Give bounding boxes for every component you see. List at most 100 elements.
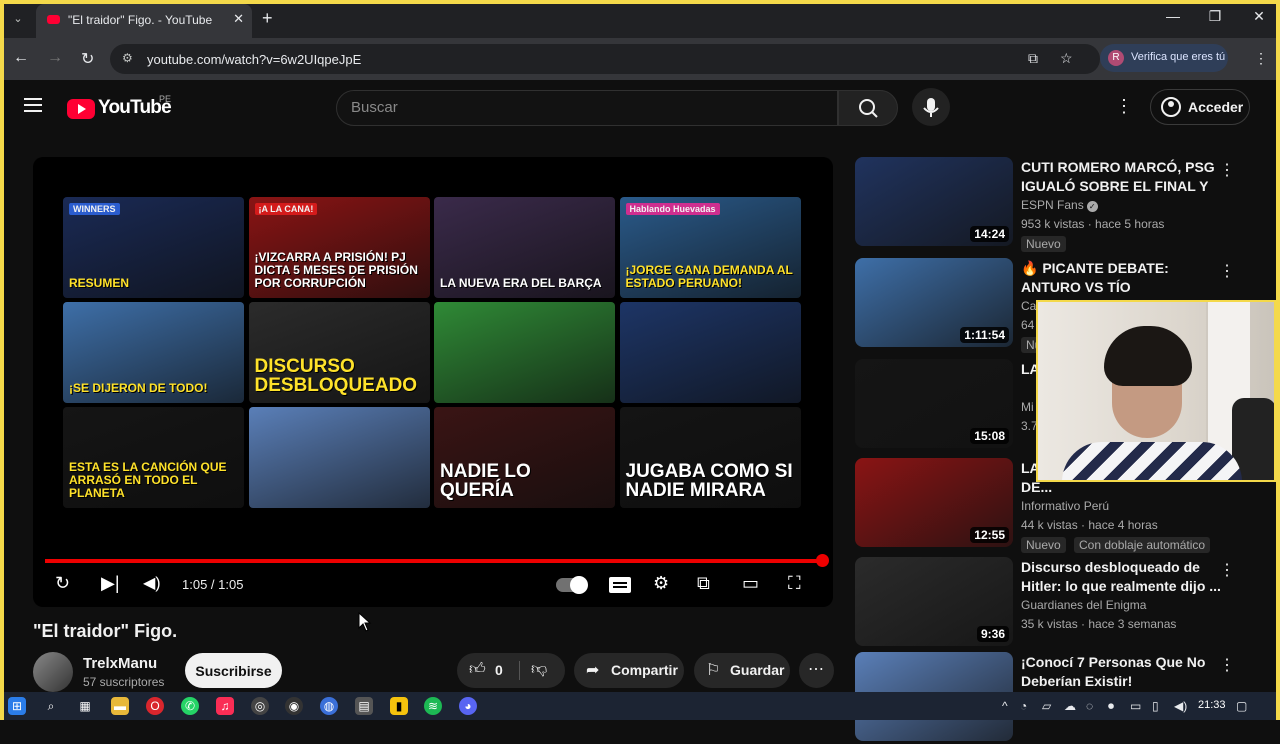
tray-display-icon[interactable]: ▭ [1130, 699, 1141, 713]
browser-menu-icon[interactable]: ⋮ [1254, 50, 1268, 67]
recommended-thumbnail[interactable]: 14:24 [855, 157, 1013, 246]
save-button[interactable]: ⚐ Guardar [694, 653, 790, 688]
new-tab-icon[interactable]: + [262, 8, 273, 29]
settings-more-icon[interactable]: ⋮ [1115, 96, 1133, 117]
recommended-video[interactable]: 14:24 CUTI ROMERO MARCÓ, PSG IGUALÓ SOBRE… [855, 157, 1255, 252]
taskbar-clock[interactable]: 21:33 [1198, 699, 1226, 711]
progress-bar[interactable] [45, 559, 821, 563]
recommended-title[interactable]: Discurso desbloqueado de Hitler: lo que … [1021, 558, 1221, 596]
like-icon[interactable]: 👍︎ [469, 660, 486, 679]
recommended-thumbnail[interactable]: 9:36 [855, 557, 1013, 646]
recommended-more-icon[interactable]: ⋮ [1219, 655, 1235, 675]
endscreen-card[interactable]: La nueva era del Barça [434, 197, 615, 298]
volume-icon[interactable]: ◀) [143, 573, 161, 593]
window-close-icon[interactable]: ✕ [1244, 8, 1274, 25]
settings-gear-icon[interactable]: ⚙ [653, 573, 669, 594]
more-actions-button[interactable]: ⋯ [799, 653, 834, 688]
omnibox[interactable]: ⚙ youtube.com/watch?v=6w2UIqpeJpE ⧉ ☆ [110, 44, 1100, 74]
replay-icon[interactable]: ↻ [55, 573, 70, 594]
app-icon[interactable]: ◎ [251, 697, 269, 715]
recommended-more-icon[interactable]: ⋮ [1219, 160, 1235, 180]
forward-icon[interactable]: → [47, 49, 63, 67]
endscreen-card[interactable]: WINNERS Resumen [63, 197, 244, 298]
obs-icon[interactable]: ◉ [285, 697, 303, 715]
windows-start-icon[interactable]: ⊞ [8, 697, 26, 715]
recommended-thumbnail[interactable]: 15:08 [855, 359, 1013, 448]
search-box[interactable] [336, 90, 838, 126]
browser-tab[interactable]: "El traidor" Figo. - YouTube ✕ [36, 4, 252, 38]
chrome-icon[interactable]: ◍ [320, 697, 338, 715]
menu-icon[interactable] [24, 98, 42, 112]
sign-in-button[interactable]: Acceder [1150, 89, 1250, 125]
recommended-video[interactable]: 9:36 Discurso desbloqueado de Hitler: lo … [855, 557, 1255, 649]
capture-app-icon[interactable]: ▤ [355, 697, 373, 715]
endscreen-card[interactable]: Hablando Huevadas ¡Jorge gana demanda al … [619, 197, 801, 298]
file-explorer-icon[interactable]: ▬ [111, 697, 129, 715]
theater-mode-icon[interactable]: ▭ [742, 573, 759, 594]
whatsapp-icon[interactable]: ✆ [181, 697, 199, 715]
tray-app-icon[interactable]: ◌ [1086, 699, 1093, 713]
recommended-thumbnail[interactable]: 12:55 [855, 458, 1013, 547]
tray-battery-icon[interactable]: ▯ [1152, 699, 1159, 713]
install-app-icon[interactable]: ⧉ [1028, 50, 1038, 67]
endscreen-card[interactable]: Jugaba como si nadie mirara [619, 407, 801, 508]
recommended-title[interactable]: CUTI ROMERO MARCÓ, PSG IGUALÓ SOBRE EL F… [1021, 158, 1221, 196]
discord-icon[interactable]: ◕ [459, 697, 477, 715]
bookmark-star-icon[interactable]: ☆ [1060, 50, 1073, 67]
channel-avatar[interactable] [33, 652, 73, 692]
autoplay-toggle[interactable] [556, 576, 588, 594]
tray-network-icon[interactable]: ▱ [1042, 699, 1051, 713]
recommended-channel[interactable]: Ca [1021, 299, 1036, 313]
endscreen-card[interactable]: Esta es la canción que arrasó en todo el… [63, 407, 244, 508]
tray-wifi-icon[interactable]: ◔ [1020, 699, 1027, 713]
voice-search-button[interactable] [912, 88, 950, 126]
profile-verify-button[interactable]: R Verifica que eres tú [1100, 44, 1228, 72]
recommended-channel[interactable]: Mi [1021, 400, 1034, 414]
music-app-icon[interactable]: ♫ [216, 697, 234, 715]
share-button[interactable]: ➦ Compartir [574, 653, 684, 688]
recommended-title[interactable]: 🔥 PICANTE DEBATE: ANTURO VS TÍO ROCKEFEL… [1021, 259, 1221, 297]
channel-name[interactable]: TrelxManu [83, 655, 157, 672]
notifications-icon[interactable]: ▢ [1236, 699, 1247, 713]
search-button[interactable] [838, 90, 898, 126]
recommended-channel[interactable]: Guardianes del Enigma [1021, 598, 1146, 612]
recommended-channel[interactable]: Informativo Perú [1021, 499, 1109, 513]
endscreen-card[interactable] [619, 302, 801, 403]
site-info-icon[interactable]: ⚙ [122, 51, 133, 65]
tray-volume-icon[interactable]: ◀) [1174, 699, 1187, 713]
taskbar-search-icon[interactable]: ⌕ [42, 697, 60, 715]
close-tab-icon[interactable]: ✕ [233, 11, 244, 27]
progress-scrubber[interactable] [816, 554, 829, 567]
recommended-title[interactable]: ¡Conocí 7 Personas Que No Deberían Exist… [1021, 653, 1221, 691]
endscreen-card[interactable]: Nadie lo quería [434, 407, 615, 508]
endscreen-card[interactable] [434, 302, 615, 403]
endscreen-card[interactable] [248, 407, 430, 508]
endscreen-card[interactable]: Discurso desbloqueado [248, 302, 430, 403]
notes-app-icon[interactable]: ▮ [390, 697, 408, 715]
fullscreen-icon[interactable]: ⛶ [788, 573, 801, 594]
opera-icon[interactable]: O [146, 697, 164, 715]
like-count[interactable]: 0 [495, 662, 503, 678]
tray-cloud-icon[interactable]: ☁ [1064, 699, 1076, 713]
dislike-icon[interactable]: 👎︎ [531, 660, 547, 679]
next-icon[interactable]: ▶| [101, 573, 120, 594]
tray-mic-icon[interactable]: ⏺ [1108, 699, 1114, 714]
url-text[interactable]: youtube.com/watch?v=6w2UIqpeJpE [147, 52, 361, 67]
video-player[interactable]: WINNERS Resumen ¡A LA CANA! ¡Vizcarra a pri… [33, 157, 833, 607]
tab-search-icon[interactable]: ⌄ [8, 9, 28, 29]
spotify-icon[interactable]: ≋ [424, 697, 442, 715]
subscribe-button[interactable]: Suscribirse [185, 653, 282, 688]
restore-icon[interactable]: ❐ [1200, 8, 1230, 25]
youtube-logo-icon[interactable] [67, 99, 95, 119]
search-input[interactable] [351, 99, 811, 116]
minimize-icon[interactable]: — [1158, 8, 1188, 24]
recommended-more-icon[interactable]: ⋮ [1219, 560, 1235, 580]
recommended-thumbnail[interactable]: 1:11:54 [855, 258, 1013, 347]
endscreen-card[interactable]: ¡A LA CANA! ¡Vizcarra a prisión! PJ dicta… [248, 197, 430, 298]
reload-icon[interactable]: ↻ [81, 49, 94, 69]
recommended-channel[interactable]: ESPN Fans ✓ [1021, 198, 1098, 212]
endscreen-card[interactable]: ¡Se dijeron de todo! [63, 302, 244, 403]
recommended-more-icon[interactable]: ⋮ [1219, 261, 1235, 281]
tray-chevron-icon[interactable]: ^ [1002, 699, 1008, 713]
miniplayer-icon[interactable]: ⧉ [697, 573, 710, 594]
